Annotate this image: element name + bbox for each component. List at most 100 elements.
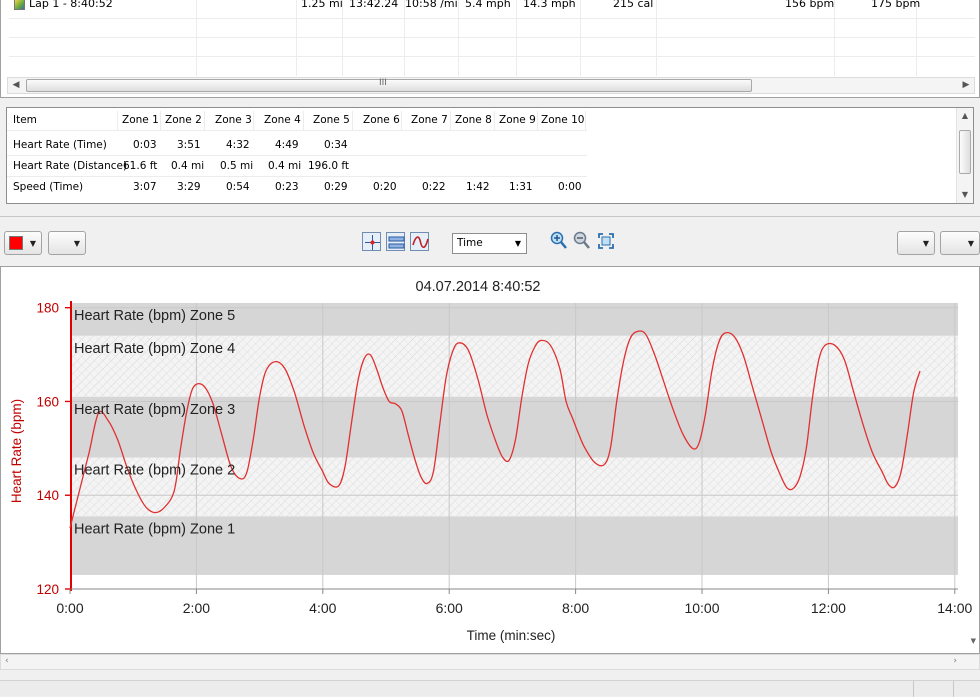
table-row bbox=[9, 19, 975, 38]
table-row bbox=[9, 38, 975, 57]
chart-options-dropdown[interactable]: ▼ bbox=[48, 231, 86, 255]
scrollbar-thumb[interactable]: III bbox=[26, 78, 752, 92]
table-cell: 0.4 mi bbox=[171, 160, 205, 172]
scrollbar-thumb[interactable] bbox=[959, 130, 971, 174]
scrollbar-grip: III bbox=[379, 78, 387, 88]
y-tick-label: 140 bbox=[36, 488, 59, 503]
lap-pace: 10:58 /mi bbox=[405, 0, 458, 10]
line-color-button[interactable]: ▼ bbox=[4, 231, 42, 255]
chevron-down-icon: ▼ bbox=[967, 239, 974, 248]
status-bar bbox=[0, 680, 980, 697]
x-tick-label: 4:00 bbox=[309, 600, 336, 616]
table-cell: 0:22 bbox=[422, 181, 446, 193]
chart-canvas[interactable]: Heart Rate (bpm) Zone 5 Heart Rate (bpm) … bbox=[1, 267, 979, 653]
zone-table-vertical-scrollbar[interactable]: ▲ ▼ bbox=[956, 108, 973, 203]
table-cell: 0:34 bbox=[324, 139, 348, 151]
column-header-zone-3[interactable]: Zone 3 bbox=[215, 114, 252, 126]
table-cell: 0:00 bbox=[558, 181, 582, 193]
table-row[interactable]: Speed (Time) 3:07 3:29 0:54 0:23 0:29 0:… bbox=[7, 178, 587, 198]
lap-table: Lap 1 - 8:40:52 1.25 mi 13:42.24 10:58 /… bbox=[9, 0, 975, 76]
export-dropdown[interactable]: ▼ bbox=[897, 231, 935, 255]
x-axis-select[interactable]: Time ▼ bbox=[452, 233, 527, 254]
table-cell: 0:03 bbox=[133, 139, 157, 151]
scroll-right-icon[interactable]: › bbox=[953, 656, 957, 666]
table-cell: 3:29 bbox=[177, 181, 201, 193]
chart-toolbar: ▼ ▼ Time ▼ ▼ ▼ bbox=[0, 216, 980, 266]
column-header-zone-4[interactable]: Zone 4 bbox=[264, 114, 301, 126]
crosshair-icon[interactable] bbox=[362, 232, 381, 251]
column-header-zone-5[interactable]: Zone 5 bbox=[313, 114, 350, 126]
table-cell: 196.0 ft bbox=[308, 160, 350, 172]
lap-max-hr: 175 bpm bbox=[871, 0, 921, 10]
lap-avg-hr: 156 bpm bbox=[785, 0, 835, 10]
scroll-down-icon[interactable]: ▼ bbox=[971, 637, 976, 645]
table-cell: 1:42 bbox=[466, 181, 490, 193]
table-row bbox=[9, 57, 975, 76]
range-icon[interactable] bbox=[386, 232, 405, 251]
zone-label: Heart Rate (bpm) Zone 5 bbox=[74, 308, 235, 324]
column-header-zone-6[interactable]: Zone 6 bbox=[363, 114, 400, 126]
zone-label: Heart Rate (bpm) Zone 3 bbox=[74, 402, 235, 418]
x-tick-label: 0:00 bbox=[56, 600, 83, 616]
chart-horizontal-scrollbar[interactable]: ‹ › bbox=[0, 654, 980, 670]
smooth-icon[interactable] bbox=[410, 232, 429, 251]
zoom-out-icon[interactable] bbox=[573, 231, 591, 254]
chevron-down-icon: ▼ bbox=[29, 239, 36, 248]
scroll-left-icon[interactable]: ◀ bbox=[8, 78, 24, 93]
column-header-zone-9[interactable]: Zone 9 bbox=[499, 114, 536, 126]
table-cell: 61.6 ft bbox=[123, 160, 158, 172]
x-axis-select-value: Time bbox=[457, 237, 483, 249]
scroll-left-icon[interactable]: ‹ bbox=[5, 656, 9, 666]
chart-title: 04.07.2014 8:40:52 bbox=[416, 279, 541, 295]
settings-dropdown[interactable]: ▼ bbox=[940, 231, 980, 255]
table-row[interactable]: Lap 1 - 8:40:52 1.25 mi 13:42.24 10:58 /… bbox=[9, 0, 975, 19]
x-axis-title: Time (min:sec) bbox=[467, 628, 556, 643]
zoom-fit-icon[interactable] bbox=[597, 232, 615, 253]
table-cell: 0.4 mi bbox=[268, 160, 302, 172]
x-tick-label: 6:00 bbox=[436, 600, 463, 616]
x-tick-label: 10:00 bbox=[684, 600, 719, 616]
scroll-down-icon[interactable]: ▼ bbox=[957, 187, 973, 203]
lap-table-horizontal-scrollbar[interactable]: ◀ III ▶ bbox=[7, 77, 975, 94]
chevron-down-icon: ▼ bbox=[922, 239, 929, 248]
column-header-zone-10[interactable]: Zone 10 bbox=[541, 114, 584, 126]
lap-table-panel: Lap 1 - 8:40:52 1.25 mi 13:42.24 10:58 /… bbox=[0, 0, 980, 98]
lap-max-speed: 14.3 mph bbox=[523, 0, 576, 10]
table-row[interactable]: Heart Rate (Time) 0:03 3:51 4:32 4:49 0:… bbox=[7, 136, 587, 156]
y-tick-label: 120 bbox=[36, 582, 59, 597]
x-tick-label: 2:00 bbox=[183, 600, 210, 616]
scroll-up-icon[interactable]: ▲ bbox=[957, 108, 973, 124]
row-label: Heart Rate (Distance) bbox=[13, 160, 128, 172]
x-tick-label: 8:00 bbox=[562, 600, 589, 616]
table-cell: 1:31 bbox=[509, 181, 533, 193]
row-label: Heart Rate (Time) bbox=[13, 139, 107, 151]
lap-name: Lap 1 - 8:40:52 bbox=[29, 0, 113, 10]
table-cell: 0.5 mi bbox=[220, 160, 254, 172]
table-cell: 3:51 bbox=[177, 139, 201, 151]
column-header-zone-2[interactable]: Zone 2 bbox=[165, 114, 202, 126]
y-tick-label: 180 bbox=[36, 301, 59, 316]
column-header-zone-1[interactable]: Zone 1 bbox=[122, 114, 159, 126]
table-cell: 0:29 bbox=[324, 181, 348, 193]
lap-duration: 13:42.24 bbox=[349, 0, 399, 10]
table-cell: 3:07 bbox=[133, 181, 157, 193]
zone-label: Heart Rate (bpm) Zone 4 bbox=[74, 341, 235, 357]
x-tick-label: 12:00 bbox=[811, 600, 846, 616]
chevron-down-icon: ▼ bbox=[73, 239, 80, 248]
lap-distance: 1.25 mi bbox=[301, 0, 343, 10]
table-row[interactable]: Heart Rate (Distance) 61.6 ft 0.4 mi 0.5… bbox=[7, 157, 587, 177]
heart-rate-chart[interactable]: Heart Rate (bpm) Zone 5 Heart Rate (bpm) … bbox=[0, 266, 980, 654]
column-header-zone-7[interactable]: Zone 7 bbox=[411, 114, 448, 126]
column-header-item[interactable]: Item bbox=[13, 114, 37, 126]
color-swatch bbox=[9, 236, 23, 250]
table-header-row: Item Zone 1 Zone 2 Zone 3 Zone 4 Zone 5 … bbox=[7, 111, 587, 131]
table-cell: 0:23 bbox=[275, 181, 299, 193]
column-header-zone-8[interactable]: Zone 8 bbox=[455, 114, 492, 126]
zoom-in-icon[interactable] bbox=[550, 231, 568, 254]
chevron-down-icon: ▼ bbox=[514, 239, 521, 248]
scroll-right-icon[interactable]: ▶ bbox=[958, 78, 974, 93]
x-tick-label: 14:00 bbox=[937, 600, 972, 616]
y-axis-title: Heart Rate (bpm) bbox=[9, 399, 24, 503]
table-cell: 0:54 bbox=[226, 181, 250, 193]
zone-label: Heart Rate (bpm) Zone 1 bbox=[74, 521, 235, 537]
